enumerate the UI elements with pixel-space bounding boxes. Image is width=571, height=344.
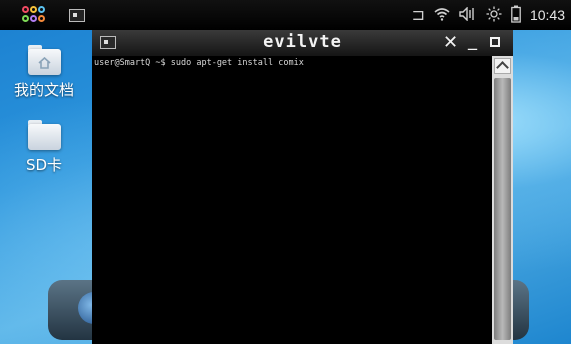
desktop-item-label: 我的文档 [13,81,74,99]
battery-dock-icon: ⊐ [411,5,425,24]
maximize-button[interactable] [490,37,500,47]
status-icons: ⊐ 10:43 [412,0,565,30]
clock: 10:43 [529,7,565,23]
launcher-icon[interactable] [22,6,45,26]
terminal-area[interactable]: user@SmartQ ~$ sudo apt-get install comi… [92,56,492,344]
status-bar: ⊐ 10:43 [0,0,571,30]
terminal-window: evilvte ✕ _ user@SmartQ ~$ sudo apt-get … [92,30,513,344]
vertical-scrollbar[interactable] [492,56,513,344]
home-folder-icon [27,45,61,75]
brightness-icon[interactable] [486,6,502,25]
battery-icon [511,5,521,26]
volume-icon[interactable] [459,5,477,24]
scroll-thumb[interactable] [494,78,511,340]
desktop-item-my-documents[interactable]: 我的文档 [9,45,79,100]
desktop-background: ⊐ 10:43 我的文档 SD卡 evilvte ✕ _ user@SmartQ… [0,0,571,344]
wifi-icon[interactable] [434,7,450,24]
desktop-item-sd-card[interactable]: SD卡 [9,120,79,175]
screen-icon[interactable] [69,9,85,22]
terminal-prompt-line: user@SmartQ ~$ sudo apt-get install comi… [94,58,304,68]
close-button[interactable]: ✕ [443,32,458,54]
scroll-up-icon[interactable] [494,58,511,74]
folder-icon [27,120,61,150]
desktop-item-label: SD卡 [25,156,63,174]
window-titlebar[interactable]: evilvte ✕ _ [92,30,513,56]
minimize-button[interactable]: _ [468,30,477,52]
